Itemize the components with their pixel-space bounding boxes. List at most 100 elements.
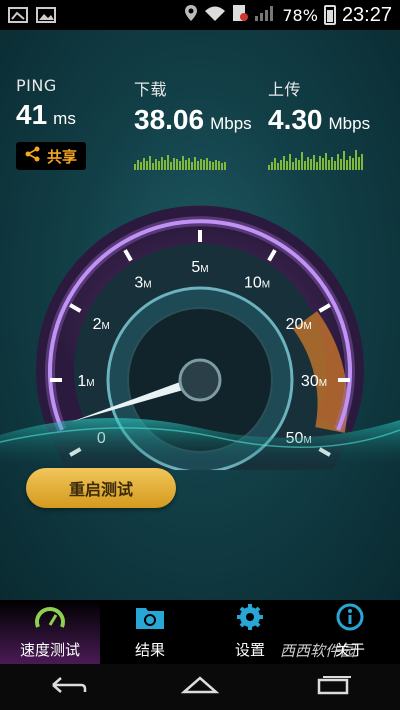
sparkline-bar [170, 162, 172, 170]
sparkline-bar [301, 152, 303, 170]
sparkline-bar [215, 160, 217, 170]
sparkline-bar [334, 161, 336, 170]
home-icon[interactable] [180, 674, 220, 700]
signal-icon [254, 4, 276, 26]
upload-metric: 上传 4.30 Mbps [268, 76, 370, 136]
tab-label: 速度测试 [19, 641, 80, 659]
upload-value: 4.30 [268, 104, 323, 135]
wifi-icon [204, 4, 226, 26]
sparkline-bar [277, 163, 279, 170]
sparkline-bar [325, 153, 327, 170]
restart-test-button[interactable]: 重启测试 [26, 468, 176, 508]
sparkline-bar [191, 162, 193, 170]
recent-apps-icon[interactable] [313, 674, 353, 700]
sparkline-bar [164, 160, 166, 170]
sparkline-bar [173, 158, 175, 170]
image-icon [36, 6, 56, 24]
sparkline-bar [352, 158, 354, 170]
sparkline-bar [155, 159, 157, 170]
tab-speed-test[interactable]: 速度测试 [0, 600, 100, 664]
ping-value: 41 [16, 99, 48, 130]
sparkline-bar [185, 160, 187, 170]
sparkline-bar [179, 161, 181, 170]
sparkline-bar [197, 161, 199, 170]
sparkline-bar [274, 158, 276, 170]
sparkline-bar [209, 161, 211, 170]
notification-icon [8, 6, 28, 24]
tab-label: 设置 [234, 641, 265, 659]
upload-label: 上传 [268, 80, 302, 99]
sparkline-bar [304, 161, 306, 170]
sparkline-bar [328, 160, 330, 170]
sparkline-bar [224, 162, 226, 170]
gear-icon [234, 603, 266, 639]
speedtest-main: PING 41 ms 下载 38.06 Mbps 上传 4.30 Mbps 共享 [0, 30, 400, 600]
sparkline-bar [176, 159, 178, 170]
sparkline-bar [283, 156, 285, 170]
watermark: 西西软件园 [280, 642, 356, 660]
upload-unit: Mbps [328, 114, 371, 133]
download-sparkline [134, 148, 234, 170]
sparkline-bar [200, 159, 202, 170]
sparkline-bar [361, 154, 363, 170]
sparkline-bar [310, 159, 312, 170]
sparkline-bar [146, 161, 148, 170]
download-unit: Mbps [210, 114, 252, 133]
speedometer-icon [34, 603, 66, 639]
sparkline-bar [206, 158, 208, 170]
sparkline-bar [316, 162, 318, 170]
sparkline-bar [182, 156, 184, 170]
sparkline-bar [143, 158, 145, 170]
sparkline-bar [218, 161, 220, 170]
sparkline-bar [137, 160, 139, 170]
sparkline-bar [134, 164, 136, 170]
upload-sparkline [268, 148, 368, 170]
sparkline-bar [203, 160, 205, 170]
location-icon [184, 4, 198, 26]
sparkline-bar [322, 158, 324, 170]
battery-icon [323, 5, 336, 25]
sparkline-bar [346, 160, 348, 170]
info-icon [334, 603, 366, 639]
status-bar: 78% 23:27 [0, 0, 400, 30]
sparkline-bar [140, 162, 142, 170]
share-label: 共享 [46, 147, 77, 166]
sparkline-bar [289, 154, 291, 170]
sparkline-bar [331, 157, 333, 170]
system-nav-bar [0, 664, 400, 710]
sparkline-bar [161, 157, 163, 170]
gauge-needle-hub [178, 358, 222, 402]
sparkline-bar [188, 158, 190, 170]
ping-label: PING [16, 76, 57, 95]
download-value: 38.06 [134, 104, 205, 135]
results-folder-icon [134, 603, 166, 639]
ping-unit: ms [53, 109, 76, 128]
sparkline-bar [337, 154, 339, 170]
sparkline-bar [295, 158, 297, 170]
share-button[interactable]: 共享 [16, 142, 86, 170]
sparkline-bar [358, 157, 360, 170]
sparkline-bar [149, 156, 151, 170]
tab-results[interactable]: 结果 [100, 600, 200, 664]
sparkline-bar [158, 161, 160, 170]
sparkline-bar [286, 161, 288, 170]
speed-gauge: 01M2M3M5M10M20M30M50M [0, 205, 400, 470]
sparkline-bar [313, 155, 315, 170]
sparkline-bar [343, 151, 345, 170]
sparkline-bar [268, 165, 270, 170]
sparkline-bar [349, 156, 351, 170]
download-label: 下载 [134, 80, 168, 99]
sparkline-bar [340, 159, 342, 170]
sparkline-bar [319, 156, 321, 170]
sparkline-bar [212, 162, 214, 170]
sparkline-bar [167, 155, 169, 170]
sparkline-bar [355, 150, 357, 170]
download-metric: 下载 38.06 Mbps [134, 76, 252, 136]
sparkline-bar [152, 163, 154, 170]
clock: 23:27 [341, 3, 392, 26]
tab-label: 结果 [134, 641, 165, 659]
back-icon[interactable] [47, 674, 87, 700]
share-icon [25, 146, 41, 166]
sim-error-icon [232, 4, 249, 26]
battery-percent: 78% [282, 5, 318, 25]
